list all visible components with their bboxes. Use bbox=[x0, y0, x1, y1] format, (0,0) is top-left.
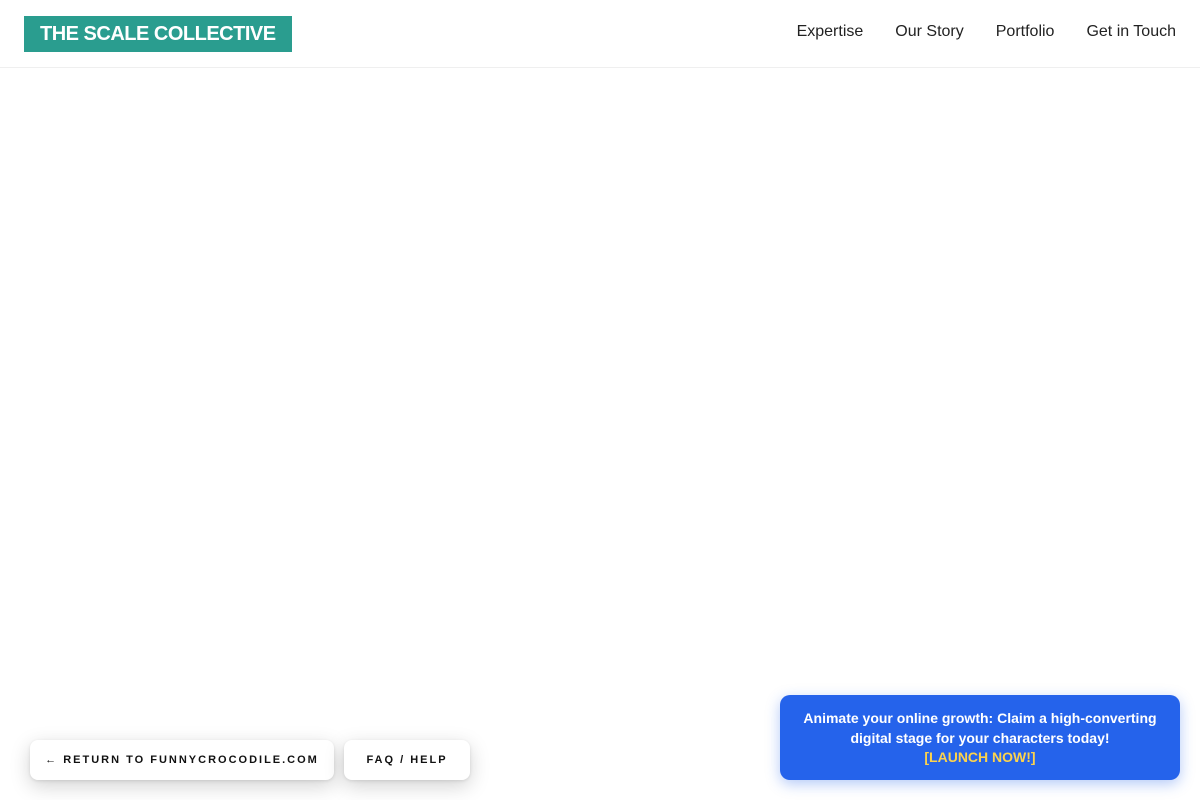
nav-item-get-in-touch[interactable]: Get in Touch bbox=[1086, 22, 1176, 42]
promo-banner[interactable]: Animate your online growth: Claim a high… bbox=[780, 695, 1180, 780]
nav-item-portfolio[interactable]: Portfolio bbox=[996, 22, 1055, 42]
return-button[interactable]: ← RETURN TO FUNNYCROCODILE.COM bbox=[30, 740, 334, 780]
promo-message: Animate your online growth: Claim a high… bbox=[803, 710, 1157, 746]
nav-item-expertise[interactable]: Expertise bbox=[797, 22, 864, 42]
site-header: THE SCALE COLLECTIVE Expertise Our Story… bbox=[0, 0, 1200, 68]
main-nav: Expertise Our Story Portfolio Get in Tou… bbox=[797, 22, 1176, 42]
nav-item-our-story[interactable]: Our Story bbox=[895, 22, 963, 42]
faq-help-button[interactable]: FAQ / HELP bbox=[344, 740, 470, 780]
promo-cta-link[interactable]: [LAUNCH NOW!] bbox=[800, 748, 1160, 766]
site-logo[interactable]: THE SCALE COLLECTIVE bbox=[24, 16, 292, 52]
